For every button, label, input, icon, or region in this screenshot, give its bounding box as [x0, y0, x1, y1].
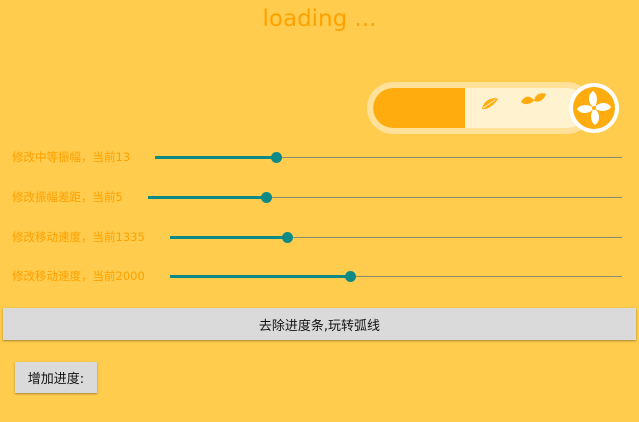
slider-amplitude-diff[interactable]: 修改振幅差距，当前5: [0, 188, 639, 208]
slider-label: 修改移动速度，当前1335: [12, 230, 145, 244]
slider-active: [155, 156, 277, 159]
fan-icon: [569, 83, 619, 133]
page-title: loading ...: [262, 6, 377, 32]
remove-progress-button[interactable]: 去除进度条,玩转弧线: [3, 308, 636, 340]
slider-thumb[interactable]: [282, 232, 294, 243]
slider-label: 修改振幅差距，当前5: [12, 190, 123, 204]
leaf-loading-progress: [367, 82, 620, 134]
slider-active: [148, 196, 267, 199]
slider-amplitude[interactable]: 修改中等振幅，当前13: [0, 148, 639, 168]
progress-fill: [373, 88, 466, 128]
slider-active: [170, 275, 351, 278]
add-progress-button[interactable]: 增加进度:: [15, 362, 97, 393]
slider-label: 修改中等振幅，当前13: [12, 150, 131, 164]
slider-thumb[interactable]: [345, 271, 357, 282]
leaf-icon: [521, 93, 546, 105]
leaf-icon: [482, 98, 498, 110]
slider-thumb[interactable]: [270, 152, 282, 163]
slider-speed[interactable]: 修改移动速度，当前1335: [0, 228, 639, 248]
slider-speed-2[interactable]: 修改移动速度，当前2000: [0, 267, 639, 287]
slider-thumb[interactable]: [261, 192, 272, 203]
slider-label: 修改移动速度，当前2000: [12, 269, 145, 283]
slider-active: [170, 236, 288, 239]
